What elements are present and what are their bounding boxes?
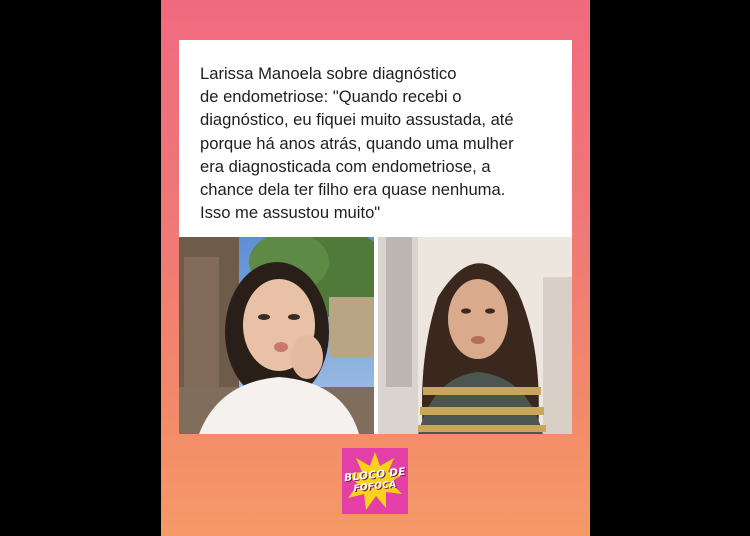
- post-caption: Larissa Manoela sobre diagnóstico de end…: [200, 64, 514, 223]
- story-frame: Larissa Manoela sobre diagnóstico de end…: [161, 0, 590, 536]
- bloco-de-fofoca-logo: BLOCO DE FOFOCA: [342, 448, 408, 514]
- page: Larissa Manoela sobre diagnóstico de end…: [0, 0, 750, 536]
- photo-left: [179, 237, 374, 434]
- photo-left-image: [179, 237, 374, 434]
- post-card: Larissa Manoela sobre diagnóstico de end…: [179, 40, 572, 434]
- photo-right-image: [378, 237, 572, 434]
- photo-right: [378, 237, 572, 434]
